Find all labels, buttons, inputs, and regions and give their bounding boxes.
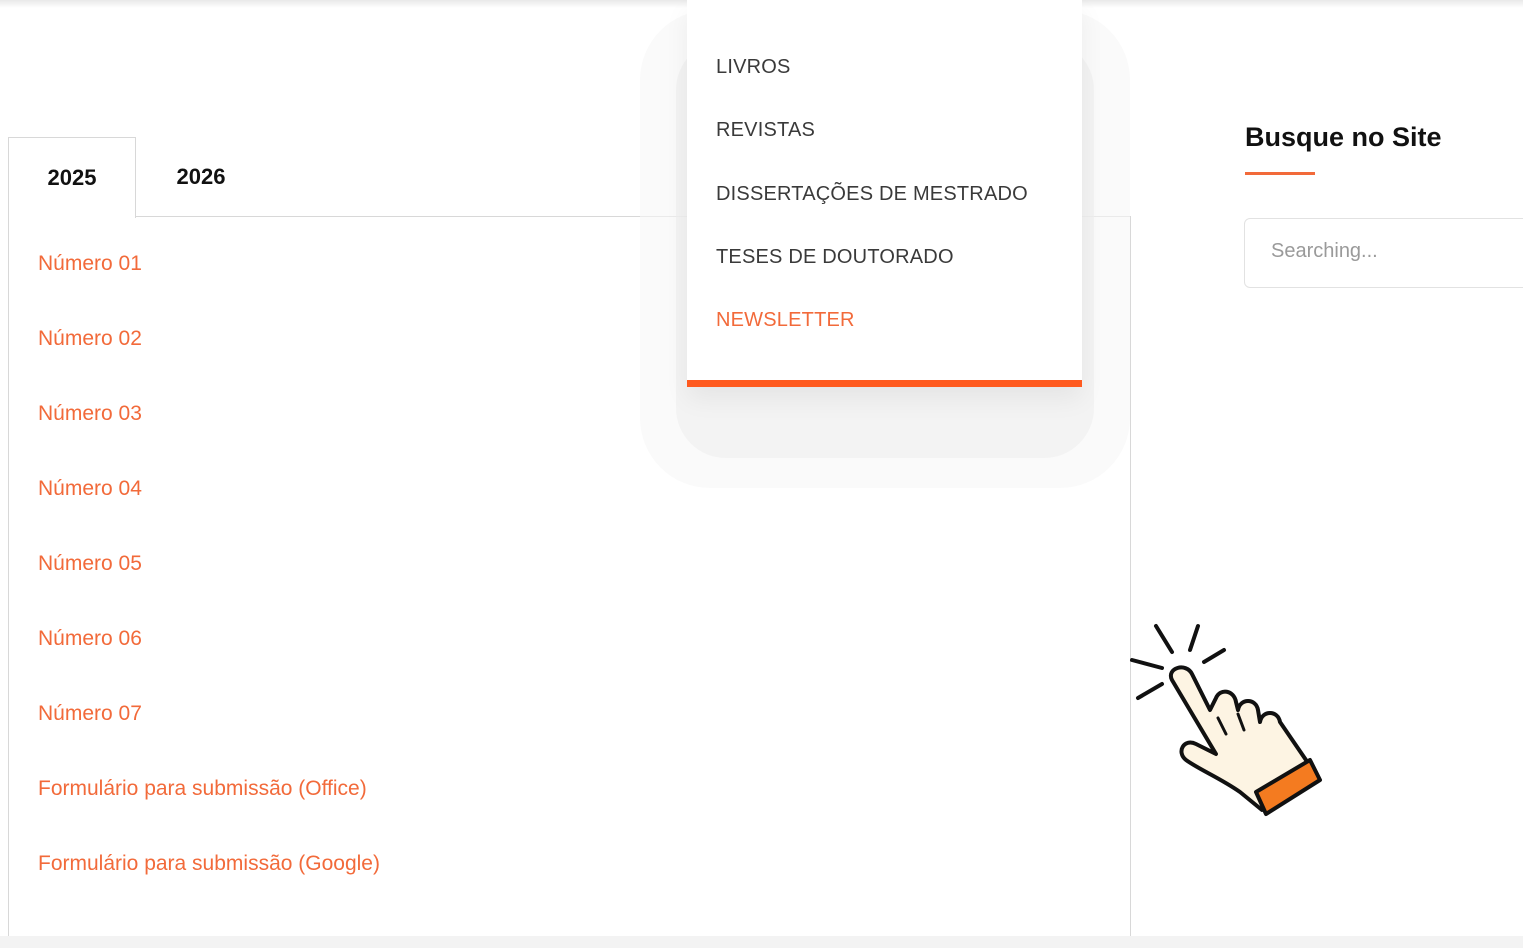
menu-item-newsletter: NEWSLETTER: [716, 305, 1028, 368]
search-input[interactable]: [1269, 239, 1523, 264]
list-item: Número 03: [38, 399, 380, 474]
dropdown-menu: LIVROS REVISTAS DISSERTAÇÕES DE MESTRADO…: [687, 0, 1082, 387]
tab-2026[interactable]: 2026: [136, 137, 266, 217]
menu-link-teses[interactable]: TESES DE DOUTORADO: [716, 242, 954, 272]
issue-list: Número 01 Número 02 Número 03 Número 04 …: [38, 249, 380, 924]
search-widget-title: Busque no Site: [1245, 122, 1442, 152]
list-item: Número 02: [38, 324, 380, 399]
menu-item-teses: TESES DE DOUTORADO: [716, 242, 1028, 305]
menu-link-newsletter[interactable]: NEWSLETTER: [716, 305, 855, 335]
issue-link-06[interactable]: Número 06: [38, 624, 142, 654]
issue-link-04[interactable]: Número 04: [38, 474, 142, 504]
issue-link-05[interactable]: Número 05: [38, 549, 142, 579]
list-item: Número 06: [38, 624, 380, 699]
issue-link-02[interactable]: Número 02: [38, 324, 142, 354]
search-box: [1244, 218, 1523, 288]
menu-item-livros: LIVROS: [716, 52, 1028, 115]
menu-link-livros[interactable]: LIVROS: [716, 52, 791, 82]
issue-link-01[interactable]: Número 01: [38, 249, 142, 279]
issue-link-03[interactable]: Número 03: [38, 399, 142, 429]
list-item: Número 05: [38, 549, 380, 624]
list-item: Formulário para submissão (Office): [38, 774, 380, 849]
menu-link-revistas[interactable]: REVISTAS: [716, 115, 815, 145]
hand-pointer-icon: [1130, 624, 1322, 816]
submission-form-office-link[interactable]: Formulário para submissão (Office): [38, 774, 367, 804]
tab-2025[interactable]: 2025: [8, 137, 136, 218]
list-item: Número 01: [38, 249, 380, 324]
list-item: Número 04: [38, 474, 380, 549]
menu-item-revistas: REVISTAS: [716, 115, 1028, 178]
list-item: Número 07: [38, 699, 380, 774]
footer-edge: [0, 936, 1523, 948]
menu-link-dissertacoes[interactable]: DISSERTAÇÕES DE MESTRADO: [716, 179, 1028, 209]
menu-item-dissertacoes: DISSERTAÇÕES DE MESTRADO: [716, 179, 1028, 242]
submission-form-google-link[interactable]: Formulário para submissão (Google): [38, 849, 380, 879]
title-underline: [1245, 172, 1315, 175]
issue-link-07[interactable]: Número 07: [38, 699, 142, 729]
list-item: Formulário para submissão (Google): [38, 849, 380, 924]
